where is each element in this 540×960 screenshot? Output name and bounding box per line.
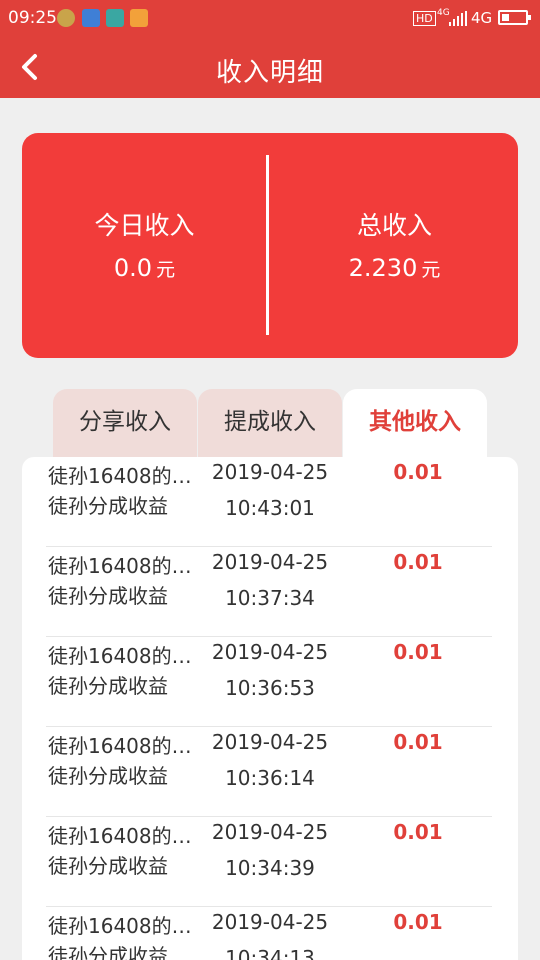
income-record-list[interactable]: 徒孙16408的… 徒孙分成收益 2019-04-25 10:43:01 0.0… bbox=[22, 457, 518, 960]
today-income-value-wrap: 0.0 元 bbox=[22, 254, 267, 282]
scan-app-icon bbox=[106, 9, 124, 27]
total-income: 总收入 2.230 元 bbox=[272, 133, 517, 358]
record-time: 10:43:01 bbox=[225, 496, 315, 520]
record-time: 10:36:14 bbox=[225, 766, 315, 790]
record-source: 徒孙16408的… bbox=[48, 644, 192, 668]
status-time: 09:25 bbox=[8, 8, 57, 28]
record-source: 徒孙16408的… bbox=[48, 734, 192, 758]
list-item: 徒孙16408的… 徒孙分成收益 2019-04-25 10:36:14 0.0… bbox=[22, 727, 518, 817]
record-source: 徒孙16408的… bbox=[48, 914, 192, 938]
record-date: 2019-04-25 bbox=[211, 730, 329, 754]
record-date: 2019-04-25 bbox=[211, 910, 329, 934]
tab-commission-income[interactable]: 提成收入 bbox=[198, 389, 342, 459]
battery-icon bbox=[498, 10, 531, 25]
list-item: 徒孙16408的… 徒孙分成收益 2019-04-25 10:36:53 0.0… bbox=[22, 637, 518, 727]
today-income-label: 今日收入 bbox=[94, 211, 195, 240]
record-date: 2019-04-25 bbox=[211, 820, 329, 844]
record-time: 10:34:39 bbox=[225, 856, 315, 880]
record-time: 10:34:13 bbox=[225, 946, 315, 960]
list-item: 徒孙16408的… 徒孙分成收益 2019-04-25 10:37:34 0.0… bbox=[22, 547, 518, 637]
record-time: 10:37:34 bbox=[225, 586, 315, 610]
record-date: 2019-04-25 bbox=[211, 460, 329, 484]
record-date: 2019-04-25 bbox=[211, 550, 329, 574]
today-income-value: 0.0 bbox=[113, 254, 153, 282]
record-time: 10:36:53 bbox=[225, 676, 315, 700]
record-amount: 0.01 bbox=[393, 820, 443, 844]
message-app-icon bbox=[82, 9, 100, 27]
total-income-value-wrap: 2.230 元 bbox=[272, 254, 517, 282]
record-source: 徒孙16408的… bbox=[48, 554, 192, 578]
list-item: 徒孙16408的… 徒孙分成收益 2019-04-25 10:43:01 0.0… bbox=[22, 457, 518, 547]
record-amount: 0.01 bbox=[393, 730, 443, 754]
record-amount: 0.01 bbox=[393, 910, 443, 934]
signal-icon bbox=[449, 11, 467, 26]
network-label: 4G bbox=[471, 9, 493, 27]
record-type: 徒孙分成收益 bbox=[48, 584, 168, 608]
tab-other-income[interactable]: 其他收入 bbox=[343, 389, 487, 459]
card-divider bbox=[266, 155, 269, 335]
status-bar: 09:25 HD 4G 4G bbox=[0, 0, 540, 36]
game-app-icon bbox=[130, 9, 148, 27]
record-type: 徒孙分成收益 bbox=[48, 494, 168, 518]
today-income-unit: 元 bbox=[156, 259, 176, 281]
list-item: 徒孙16408的… 徒孙分成收益 2019-04-25 10:34:13 0.0… bbox=[22, 907, 518, 960]
hd-indicator: HD bbox=[413, 11, 436, 26]
total-income-unit: 元 bbox=[421, 259, 441, 281]
record-date: 2019-04-25 bbox=[211, 640, 329, 664]
record-amount: 0.01 bbox=[393, 640, 443, 664]
record-type: 徒孙分成收益 bbox=[48, 854, 168, 878]
page-title: 收入明细 bbox=[215, 58, 324, 88]
record-amount: 0.01 bbox=[393, 550, 443, 574]
record-amount: 0.01 bbox=[393, 460, 443, 484]
tab-share-income[interactable]: 分享收入 bbox=[53, 389, 197, 459]
total-income-value: 2.230 bbox=[348, 254, 418, 282]
record-type: 徒孙分成收益 bbox=[48, 674, 168, 698]
record-type: 徒孙分成收益 bbox=[48, 764, 168, 788]
list-item: 徒孙16408的… 徒孙分成收益 2019-04-25 10:34:39 0.0… bbox=[22, 817, 518, 907]
income-summary-card: 今日收入 0.0 元 总收入 2.230 元 bbox=[22, 133, 518, 358]
coin-app-icon bbox=[57, 9, 75, 27]
app-header: 收入明细 bbox=[0, 36, 540, 98]
record-source: 徒孙16408的… bbox=[48, 464, 192, 488]
today-income: 今日收入 0.0 元 bbox=[22, 133, 267, 358]
total-income-label: 总收入 bbox=[356, 211, 432, 240]
record-type: 徒孙分成收益 bbox=[48, 944, 168, 960]
record-source: 徒孙16408的… bbox=[48, 824, 192, 848]
